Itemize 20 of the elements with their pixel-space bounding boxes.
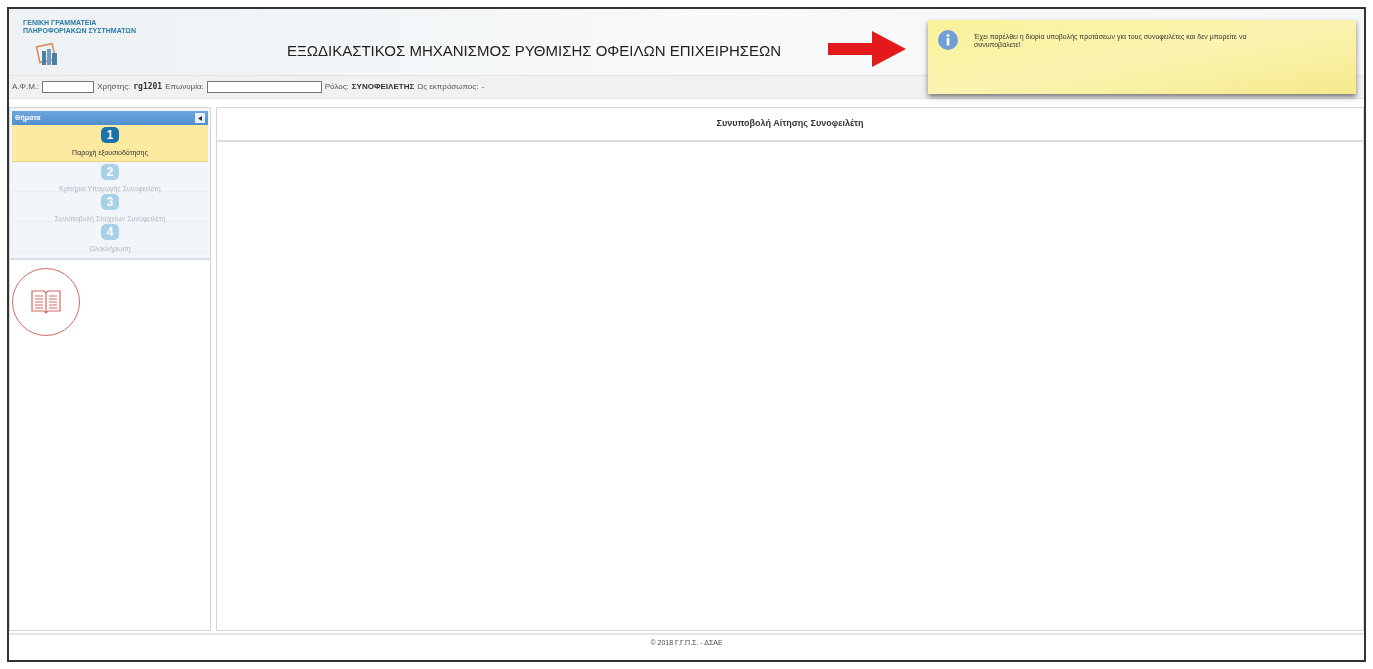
info-label: Α.Φ.Μ.: <box>12 81 40 93</box>
info-label: - <box>481 81 485 93</box>
input-field[interactable] <box>206 81 322 93</box>
step-number: 2 <box>101 164 119 180</box>
collapse-button[interactable] <box>195 113 205 123</box>
input-field[interactable] <box>42 81 95 93</box>
step-number: 4 <box>101 224 119 240</box>
step-number: 1 <box>101 127 119 143</box>
caret-icon <box>198 115 202 121</box>
info-label: Ρόλος: <box>324 81 349 93</box>
info-value: ΣΥΝΟΦΕΙΛΕΤΗΣ <box>351 81 415 93</box>
step-number: 3 <box>101 194 119 210</box>
app-title: ΕΞΩΔΙΚΑΣΤΙΚΟΣ ΜΗΧΑΝΙΣΜΟΣ ΡΥΘΜΙΣΗΣ ΟΦΕΙΛΩΝ ΕΠΙΧΕΙΡΗΣΕΩΝ <box>287 42 782 59</box>
page-heading: Συνυποβολή Αίτησης Συνοφειλέτη <box>716 117 864 131</box>
info-label: Χρήστης: <box>97 81 131 93</box>
info-icon <box>938 30 958 50</box>
info-label: Επωνυμία: <box>165 81 204 93</box>
info-value: rg1201 <box>133 81 163 93</box>
info-label: Ως εκπρόσωπος: <box>417 81 479 93</box>
arrow-icon <box>828 31 906 67</box>
